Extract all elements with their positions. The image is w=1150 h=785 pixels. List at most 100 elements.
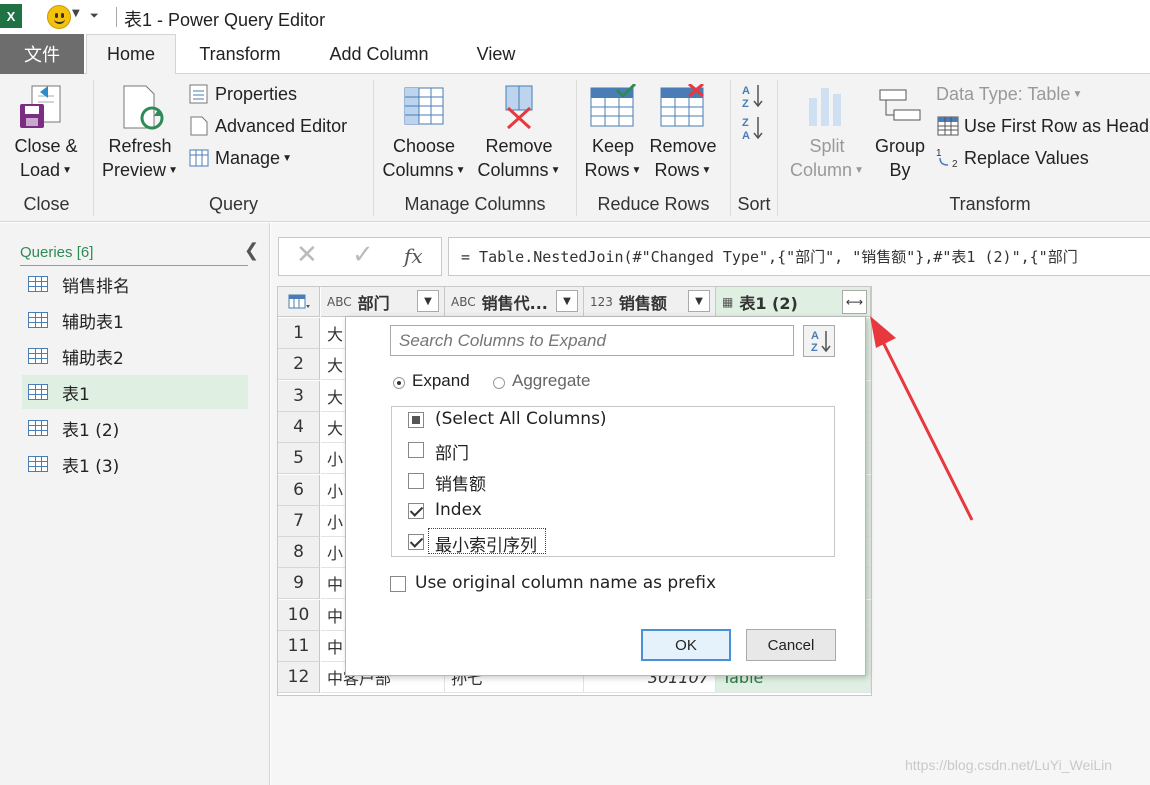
row-number[interactable]: 8 — [278, 537, 320, 569]
tab-add-column[interactable]: Add Column — [314, 34, 444, 74]
prefix-checkbox[interactable] — [390, 576, 406, 592]
group-by-button[interactable]: Group By — [870, 134, 930, 182]
sort-columns-button[interactable]: A Z — [803, 325, 835, 357]
group-label-reduce-rows: Reduce Rows — [597, 194, 710, 214]
first-row-header-icon — [937, 116, 959, 136]
manage-button[interactable]: Manage ▼ — [215, 145, 292, 171]
column-header[interactable]: ABC 销售代... ▼ — [445, 287, 584, 317]
query-item-label: 辅助表2 — [62, 348, 124, 369]
row-number[interactable]: 7 — [278, 505, 320, 537]
sort-az-icon: A Z — [811, 330, 831, 354]
focus-indicator — [428, 528, 546, 554]
query-item-label: 表1 (3) — [62, 456, 120, 477]
tab-home[interactable]: Home — [86, 34, 176, 75]
column-checkbox[interactable] — [408, 472, 424, 489]
replace-values-button[interactable]: Replace Values — [964, 145, 1089, 171]
table-type-icon[interactable]: ▦ — [722, 295, 733, 309]
cancel-formula-icon[interactable]: ✕ — [296, 240, 318, 270]
choose-columns-button[interactable]: Choose Columns ▼ — [378, 134, 470, 183]
row-number[interactable]: 6 — [278, 474, 320, 506]
search-columns-input[interactable] — [390, 325, 794, 356]
tab-transform[interactable]: Transform — [186, 34, 294, 74]
ok-button[interactable]: OK — [641, 629, 731, 661]
use-first-row-as-headers-button[interactable]: Use First Row as Head — [964, 113, 1149, 139]
expand-radio[interactable] — [393, 377, 405, 389]
column-checkbox-label: Index — [435, 500, 482, 520]
row-number[interactable]: 5 — [278, 443, 320, 475]
number-type-icon[interactable]: 123 — [590, 295, 613, 309]
smiley-feedback-icon[interactable] — [47, 5, 71, 29]
row-number[interactable]: 1 — [278, 318, 320, 349]
query-item[interactable]: 销售排名 — [22, 267, 248, 301]
text-type-icon[interactable]: ABC — [451, 295, 476, 309]
advanced-editor-icon — [190, 116, 208, 136]
keep-rows-button[interactable]: Keep Rows ▼ — [580, 134, 646, 183]
replace-values-icon: 1 2 — [936, 148, 958, 169]
manage-icon — [189, 149, 209, 167]
table-icon — [28, 276, 48, 292]
queries-header-underline — [20, 265, 248, 266]
svg-text:Z: Z — [811, 342, 818, 354]
query-item[interactable]: 表1 — [22, 375, 248, 409]
sort-descending-icon[interactable]: Z A — [741, 114, 765, 142]
text-type-icon[interactable]: ABC — [327, 295, 352, 309]
table-menu-button[interactable] — [278, 287, 320, 317]
column-checkbox-label: 销售额 — [435, 474, 486, 495]
sort-ascending-icon[interactable]: A Z — [741, 82, 765, 110]
queries-header: Queries [6] — [20, 244, 94, 261]
svg-text:1: 1 — [936, 148, 942, 159]
column-checkbox[interactable] — [408, 442, 424, 458]
query-item-label: 辅助表1 — [62, 312, 124, 333]
query-item[interactable]: 表1 (2) — [22, 411, 248, 445]
aggregate-label: Aggregate — [512, 371, 591, 390]
excel-icon[interactable]: X — [0, 4, 22, 28]
remove-columns-button[interactable]: Remove Columns ▼ — [472, 134, 566, 183]
table-icon — [28, 384, 48, 400]
query-item[interactable]: 辅助表1 — [22, 303, 248, 337]
column-filter-button[interactable]: ▼ — [688, 290, 710, 312]
advanced-editor-button[interactable]: Advanced Editor — [215, 113, 347, 139]
formula-bar[interactable]: = Table.NestedJoin(#"Changed Type",{"部门"… — [448, 237, 1150, 276]
annotation-arrow — [870, 316, 974, 521]
column-checkbox[interactable] — [408, 503, 424, 519]
column-header-label: 销售代... — [481, 293, 548, 313]
group-label-query: Query — [208, 194, 259, 214]
row-number[interactable]: 12 — [278, 662, 320, 694]
customize-toolbar-icon[interactable]: ⏷ — [90, 9, 99, 23]
fx-icon[interactable]: fx — [404, 244, 423, 268]
cancel-button[interactable]: Cancel — [746, 629, 836, 661]
svg-text:A: A — [811, 330, 819, 342]
commit-formula-icon[interactable]: ✓ — [352, 240, 374, 270]
properties-button[interactable]: Properties — [215, 81, 297, 107]
remove-rows-button[interactable]: Remove Rows ▼ — [646, 134, 720, 183]
svg-text:2: 2 — [952, 159, 958, 169]
close-load-icon — [20, 85, 61, 128]
data-type-dropdown[interactable]: Data Type: Table ▼ — [936, 81, 1082, 107]
tab-file[interactable]: 文件 — [0, 34, 84, 74]
select-all-checkbox[interactable] — [408, 412, 424, 428]
tab-view[interactable]: View — [462, 34, 530, 74]
column-filter-button[interactable]: ▼ — [556, 290, 578, 312]
row-number[interactable]: 10 — [278, 599, 320, 631]
row-number[interactable]: 11 — [278, 631, 320, 662]
row-number[interactable]: 2 — [278, 349, 320, 381]
row-number[interactable]: 9 — [278, 568, 320, 600]
svg-text:A: A — [742, 130, 750, 142]
table-icon — [28, 456, 48, 472]
row-number[interactable]: 4 — [278, 411, 320, 443]
split-column-button[interactable]: Split Column ▼ — [784, 134, 870, 183]
query-item[interactable]: 表1 (3) — [22, 447, 248, 481]
column-header[interactable]: 123 销售额 ▼ — [584, 287, 716, 317]
column-filter-button[interactable]: ▼ — [417, 290, 439, 312]
close-load-button[interactable]: Close & Load ▼ — [6, 134, 86, 183]
query-item[interactable]: 辅助表2 — [22, 339, 248, 373]
column-header[interactable]: ABC 部门 ▼ — [321, 287, 445, 317]
query-item-label: 表1 — [62, 384, 90, 405]
refresh-preview-button[interactable]: Refresh Preview ▼ — [98, 134, 182, 183]
watermark: https://blog.csdn.net/LuYi_WeiLin — [905, 757, 1113, 773]
aggregate-radio[interactable] — [493, 377, 505, 389]
feedback-dropdown-icon[interactable]: ▼ — [72, 8, 80, 19]
column-checkbox[interactable] — [408, 533, 424, 550]
collapse-pane-icon[interactable]: ❮ — [244, 240, 259, 261]
row-number[interactable]: 3 — [278, 380, 320, 412]
